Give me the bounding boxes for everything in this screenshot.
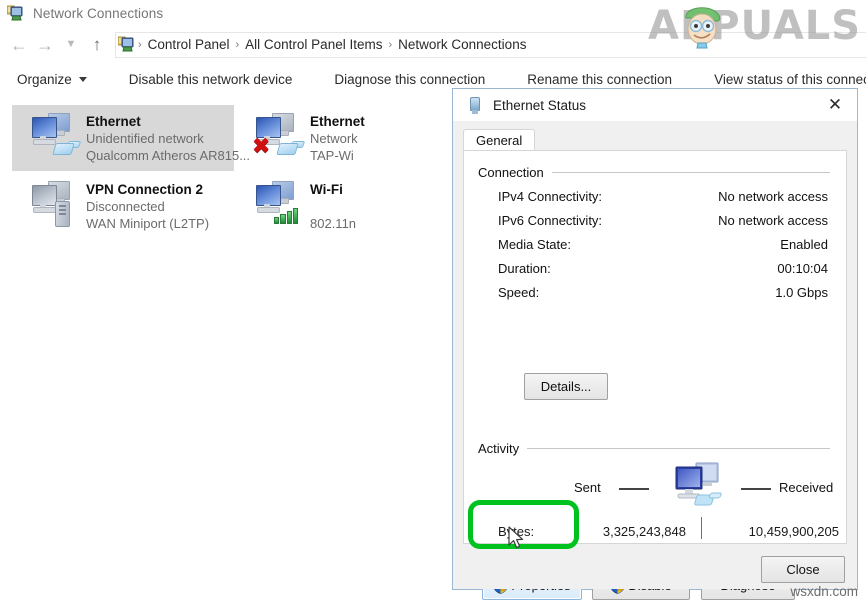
chevron-down-icon[interactable]: ▼	[58, 32, 84, 58]
row-label: Speed:	[498, 285, 539, 300]
up-arrow-icon[interactable]: ↑	[84, 32, 110, 58]
row-speed: Speed: 1.0 Gbps	[498, 285, 828, 305]
ethernet-adapter-icon: ✖	[252, 111, 306, 159]
breadcrumb[interactable]: › Control Panel › All Control Panel Item…	[115, 32, 866, 58]
row-label: Duration:	[498, 261, 551, 276]
row-label: IPv6 Connectivity:	[498, 213, 602, 228]
activity-bytes-sent-value: 3,325,243,848	[556, 524, 686, 539]
connection-status	[310, 198, 356, 215]
row-ipv6-connectivity: IPv6 Connectivity: No network access	[498, 213, 828, 233]
breadcrumb-path-icon	[118, 36, 135, 53]
group-divider	[552, 172, 830, 173]
disabled-red-x-icon: ✖	[252, 137, 272, 157]
connection-group-label: Connection	[478, 165, 552, 180]
activity-bytes-label: Bytes:	[498, 524, 534, 539]
connection-status: Network	[310, 130, 365, 147]
activity-line-right	[741, 488, 771, 490]
row-value: No network access	[718, 213, 828, 228]
connection-adapter: WAN Miniport (L2TP)	[86, 215, 209, 232]
connection-adapter: TAP-Wi	[310, 147, 365, 164]
connection-adapter: Qualcomm Atheros AR815...	[86, 147, 250, 164]
connection-adapter: 802.11n	[310, 215, 356, 232]
list-item[interactable]: VPN Connection 2 Disconnected WAN Minipo…	[12, 173, 234, 239]
close-icon[interactable]: ✕	[813, 89, 857, 121]
row-label: Media State:	[498, 237, 571, 252]
wifi-adapter-icon	[252, 179, 306, 227]
disable-network-device-button[interactable]: Disable this network device	[119, 66, 303, 92]
activity-received-label: Received	[779, 480, 833, 495]
activity-line-left	[619, 488, 649, 490]
activity-sent-label: Sent	[574, 480, 601, 495]
wifi-signal-bars-icon	[274, 207, 298, 224]
row-media-state: Media State: Enabled	[498, 237, 828, 257]
activity-group-label: Activity	[478, 441, 527, 456]
dialog-title: Ethernet Status	[493, 98, 586, 113]
back-arrow-icon[interactable]: ←	[6, 32, 32, 58]
row-duration: Duration: 00:10:04	[498, 261, 828, 281]
window-titlebar: Network Connections	[0, 0, 866, 26]
forward-arrow-icon[interactable]: →	[32, 32, 58, 58]
ethernet-status-dialog: Ethernet Status ✕ General Connection IPv…	[452, 88, 858, 590]
list-item[interactable]: ✖ Ethernet Network TAP-Wi	[236, 105, 458, 171]
row-value: No network access	[718, 189, 828, 204]
row-label: IPv4 Connectivity:	[498, 189, 602, 204]
row-value: Enabled	[780, 237, 828, 252]
breadcrumb-item-network-connections[interactable]: Network Connections	[393, 37, 531, 52]
details-button[interactable]: Details...	[524, 373, 608, 400]
dialog-body: General Connection IPv4 Connectivity: No…	[453, 121, 857, 589]
tab-page-general: Connection IPv4 Connectivity: No network…	[463, 150, 847, 544]
window-title: Network Connections	[33, 6, 163, 21]
row-ipv4-connectivity: IPv4 Connectivity: No network access	[498, 189, 828, 209]
chevron-down-icon	[79, 77, 87, 82]
dialog-titlebar: Ethernet Status ✕	[453, 89, 857, 121]
activity-bytes-received-value: 10,459,900,205	[704, 524, 839, 539]
activity-computer-icon	[670, 459, 728, 511]
connection-status: Unidentified network	[86, 130, 250, 147]
tab-general[interactable]: General	[463, 129, 535, 152]
connection-name: Ethernet	[86, 113, 250, 130]
connection-name: Wi-Fi	[310, 181, 356, 198]
network-status-icon	[465, 96, 483, 114]
list-item[interactable]: Wi-Fi 802.11n	[236, 173, 458, 239]
activity-group-header: Activity	[478, 441, 830, 456]
organize-label: Organize	[17, 72, 72, 87]
network-connections-icon	[7, 5, 24, 22]
connection-name: Ethernet	[310, 113, 365, 130]
breadcrumb-item-control-panel[interactable]: Control Panel	[143, 37, 235, 52]
close-button[interactable]: Close	[761, 556, 845, 583]
row-value: 1.0 Gbps	[775, 285, 828, 300]
vpn-connection-icon	[28, 179, 82, 227]
breadcrumb-item-all-control-panel-items[interactable]: All Control Panel Items	[240, 37, 387, 52]
dialog-tabstrip: General	[463, 129, 847, 151]
source-watermark: wsxdn.com	[790, 584, 858, 599]
activity-divider	[701, 517, 702, 539]
group-divider	[527, 448, 830, 449]
connection-name: VPN Connection 2	[86, 181, 209, 198]
address-bar: ← → ▼ ↑ › Control Panel › All Control Pa…	[0, 26, 866, 63]
connection-group-header: Connection	[478, 165, 830, 180]
connection-status: Disconnected	[86, 198, 209, 215]
ethernet-adapter-icon	[28, 111, 82, 159]
list-item[interactable]: Ethernet Unidentified network Qualcomm A…	[12, 105, 234, 171]
row-value: 00:10:04	[777, 261, 828, 276]
organize-menu-button[interactable]: Organize	[7, 66, 97, 92]
